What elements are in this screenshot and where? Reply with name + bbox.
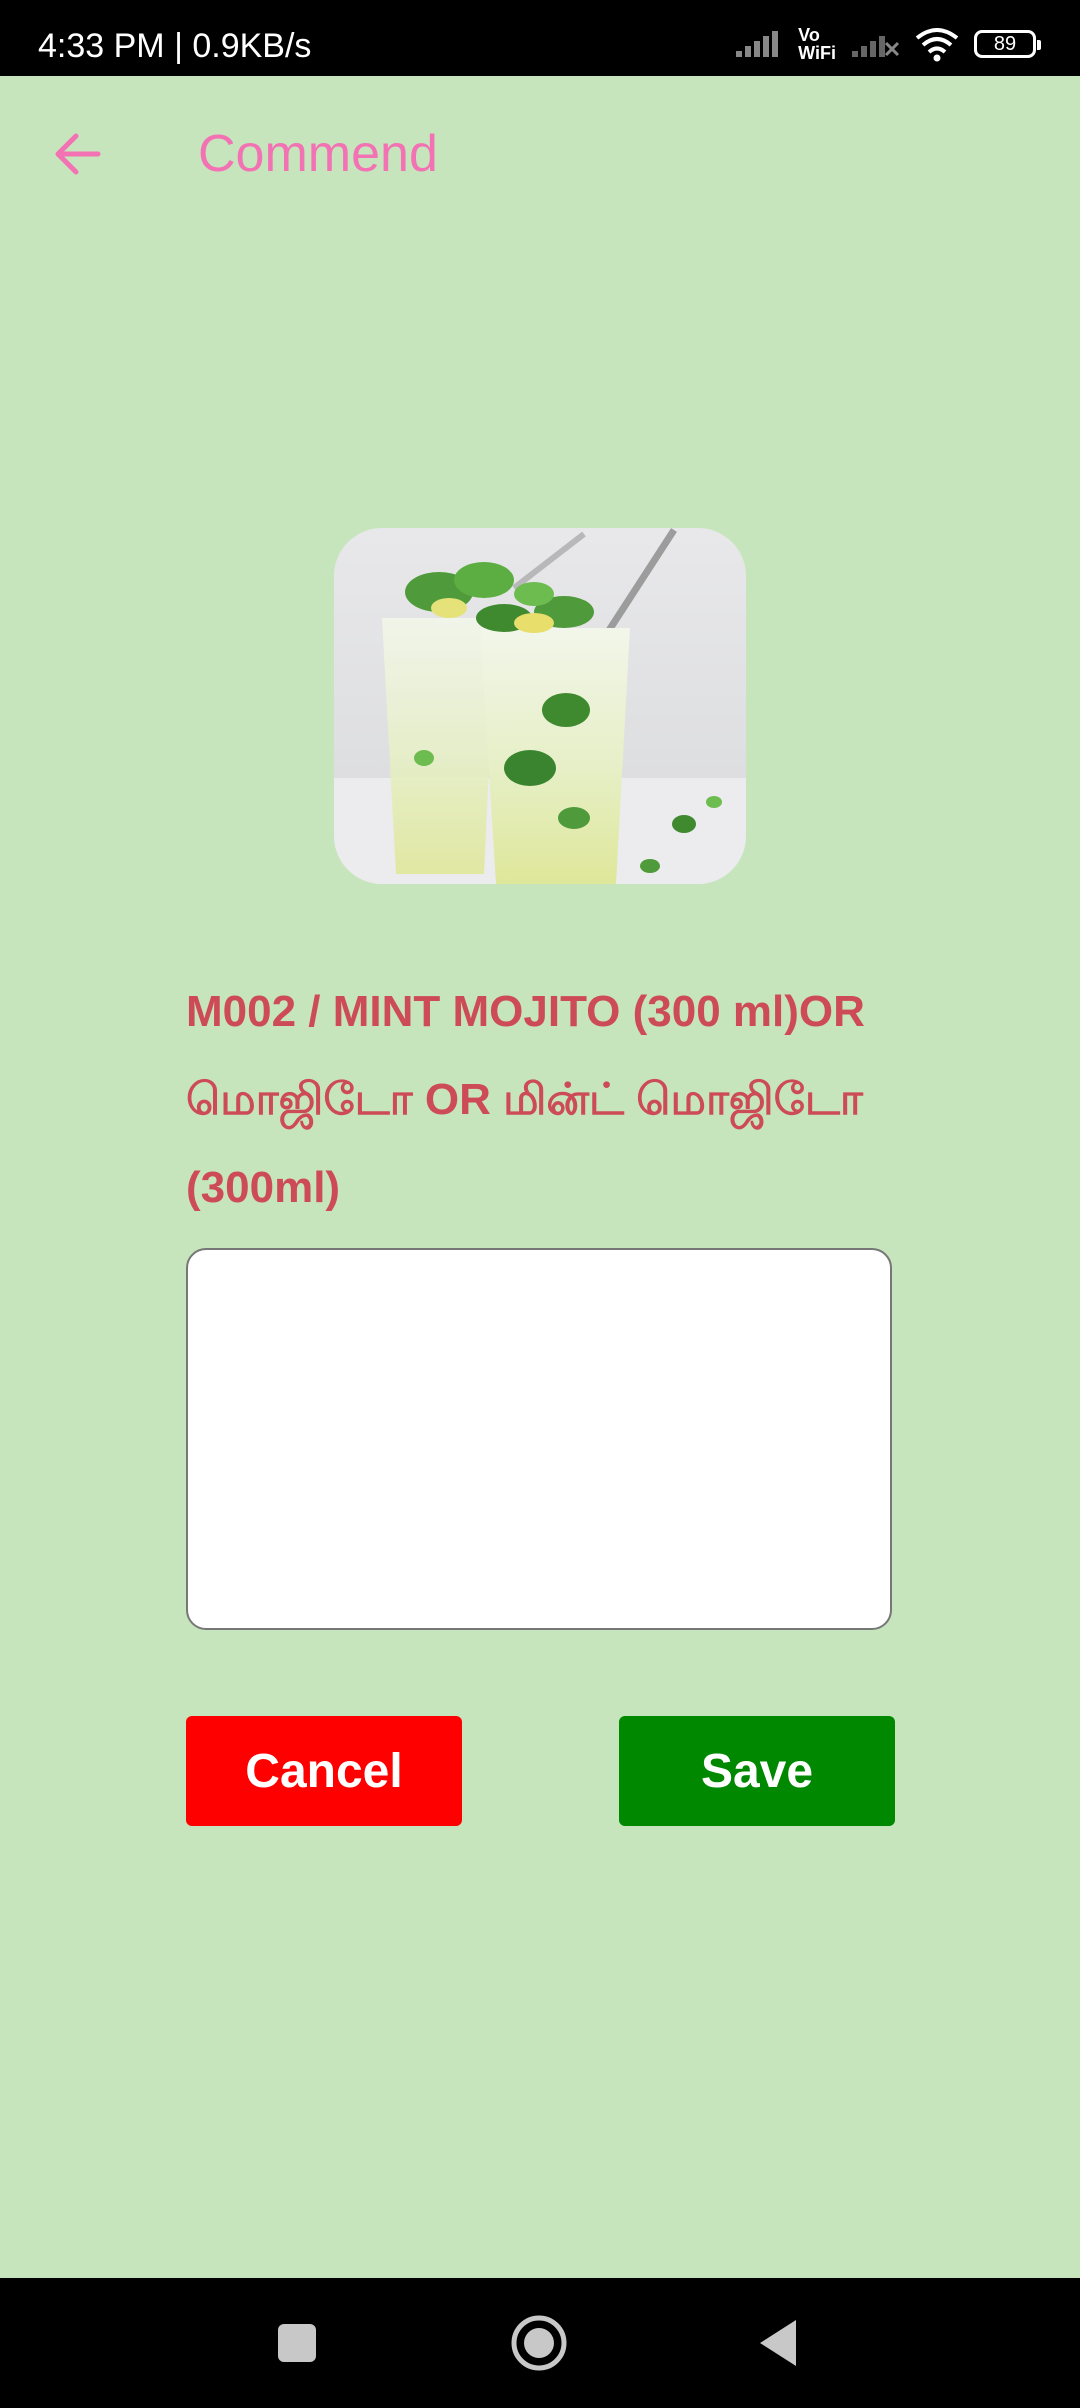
cancel-button[interactable]: Cancel xyxy=(186,1716,462,1826)
battery-indicator: 89 xyxy=(974,30,1041,58)
status-bar: 4:33 PM | 0.9KB/s Vo WiFi 89 xyxy=(0,0,1080,76)
vowifi-line2: WiFi xyxy=(798,43,836,63)
home-circle-icon[interactable] xyxy=(508,2312,570,2374)
app-root: 4:33 PM | 0.9KB/s Vo WiFi 89 Commend M00… xyxy=(0,0,1080,2408)
signal-icon xyxy=(736,31,779,57)
signal-no-service-icon xyxy=(852,36,900,57)
drink-image xyxy=(334,528,746,884)
save-button[interactable]: Save xyxy=(619,1716,895,1826)
status-icons: Vo WiFi 89 xyxy=(734,22,1041,66)
vowifi-line1: Vo xyxy=(798,25,820,45)
nav-bar xyxy=(0,2278,1080,2408)
main-content: Commend M002 / MINT MOJITO (300 ml)OR மொ… xyxy=(0,76,1080,2278)
page-title: Commend xyxy=(198,125,438,183)
arrow-left-icon[interactable] xyxy=(50,126,106,182)
recents-square-icon[interactable] xyxy=(266,2312,328,2374)
back-triangle-icon[interactable] xyxy=(750,2312,812,2374)
vowifi-indicator: Vo WiFi xyxy=(798,26,836,62)
status-time: 4:33 PM | 0.9KB/s xyxy=(38,27,312,65)
wifi-icon xyxy=(915,28,959,62)
item-title: M002 / MINT MOJITO (300 ml)OR மொஜிடோ OR … xyxy=(186,987,865,1212)
comment-input[interactable] xyxy=(186,1248,892,1630)
